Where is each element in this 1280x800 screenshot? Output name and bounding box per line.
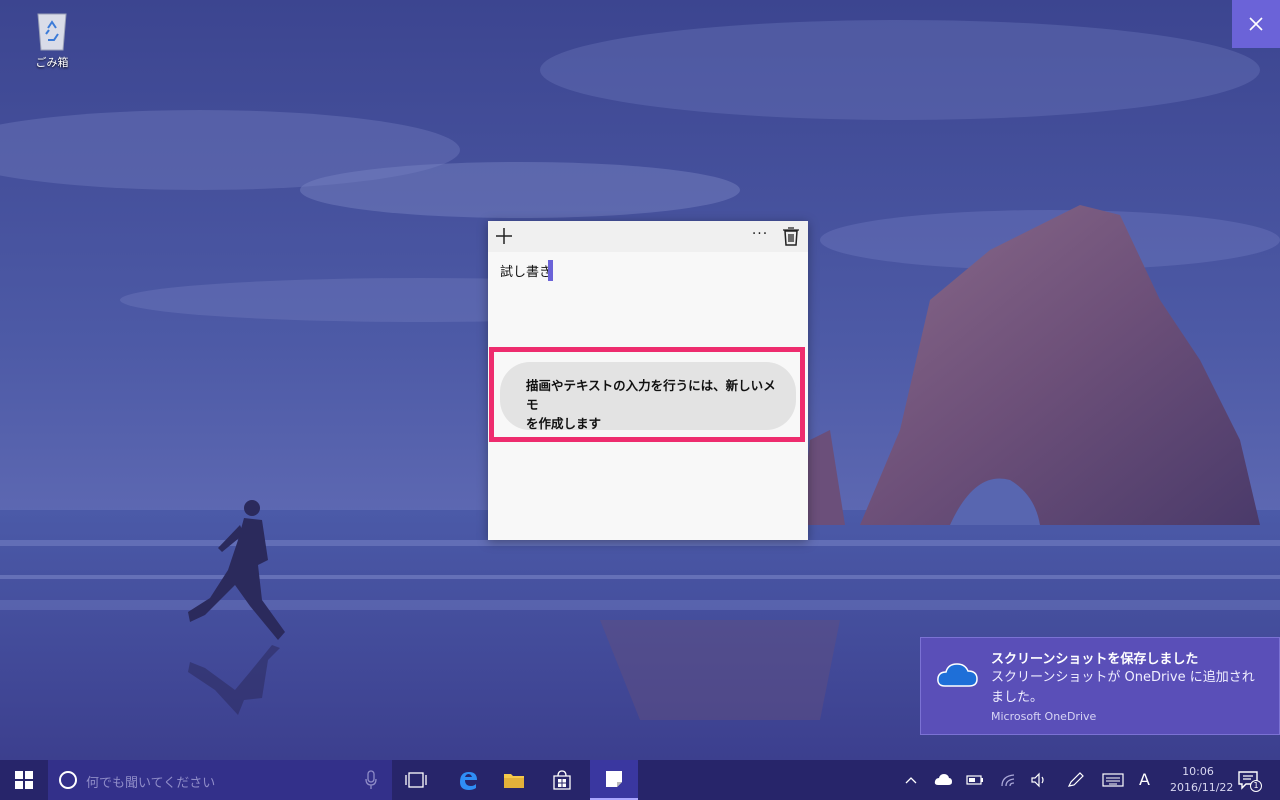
close-icon bbox=[1249, 17, 1263, 31]
cortana-icon bbox=[59, 771, 77, 789]
onedrive-toast[interactable]: スクリーンショットを保存しました スクリーンショットが OneDrive に追加… bbox=[920, 637, 1280, 735]
search-placeholder: 何でも聞いてください bbox=[86, 776, 216, 791]
recycle-bin-shortcut[interactable]: ごみ箱 bbox=[22, 8, 82, 70]
start-button[interactable] bbox=[0, 760, 48, 800]
file-explorer-icon bbox=[504, 774, 524, 788]
ime-indicator[interactable]: A bbox=[1139, 770, 1150, 789]
volume-icon[interactable] bbox=[1030, 772, 1048, 788]
clock-time: 10:06 bbox=[1182, 765, 1214, 778]
recycle-bin-label: ごみ箱 bbox=[35, 56, 69, 69]
sticky-notes-icon bbox=[606, 771, 622, 787]
more-options-button[interactable]: ··· bbox=[750, 225, 770, 245]
sticky-note[interactable]: ··· 試し書き 描画やテキストの入力を行うには、新しいメモ を作成します bbox=[488, 221, 808, 540]
notification-count-badge: 1 bbox=[1250, 780, 1262, 792]
plus-icon bbox=[496, 228, 512, 244]
toast-title: スクリーンショットを保存しました bbox=[991, 652, 1199, 667]
store-button[interactable] bbox=[540, 760, 584, 800]
wifi-icon[interactable] bbox=[1000, 772, 1018, 788]
note-toolbar: ··· bbox=[488, 221, 808, 252]
search-box[interactable]: 何でも聞いてください bbox=[48, 760, 392, 800]
task-view-icon bbox=[405, 772, 427, 788]
onedrive-cloud-icon bbox=[935, 658, 979, 690]
windows-start-icon bbox=[15, 771, 33, 789]
battery-icon[interactable] bbox=[966, 772, 984, 788]
store-icon bbox=[553, 770, 571, 790]
close-button[interactable] bbox=[1232, 0, 1280, 48]
delete-note-button[interactable] bbox=[782, 226, 800, 246]
recycle-bin-icon bbox=[32, 8, 72, 52]
toast-body: スクリーンショットが OneDrive に追加されました。 bbox=[991, 670, 1255, 705]
add-note-button[interactable] bbox=[494, 226, 514, 246]
hint-line-1: 描画やテキストの入力を行うには、新しいメモ bbox=[526, 378, 776, 412]
edge-button[interactable] bbox=[446, 760, 490, 800]
clock-date: 2016/11/22 bbox=[1170, 781, 1234, 794]
onedrive-tray-icon[interactable] bbox=[934, 772, 952, 788]
microphone-icon[interactable] bbox=[364, 770, 378, 790]
text-caret bbox=[548, 260, 553, 281]
file-explorer-button[interactable] bbox=[492, 760, 536, 800]
task-view-button[interactable] bbox=[394, 760, 438, 800]
pen-icon[interactable] bbox=[1066, 772, 1084, 788]
hint-tooltip: 描画やテキストの入力を行うには、新しいメモ を作成します bbox=[500, 362, 796, 431]
toast-source: Microsoft OneDrive bbox=[991, 710, 1097, 723]
keyboard-icon[interactable] bbox=[1102, 772, 1124, 788]
taskbar: 何でも聞いてください A 10:06 2016/11/22 1 bbox=[0, 760, 1280, 800]
hint-line-2: を作成します bbox=[526, 416, 602, 431]
note-text-content[interactable]: 試し書き bbox=[500, 261, 552, 280]
chevron-up-icon[interactable] bbox=[902, 772, 920, 788]
edge-icon bbox=[460, 772, 477, 790]
sticky-notes-button[interactable] bbox=[590, 760, 638, 800]
trash-icon bbox=[783, 227, 799, 246]
clock[interactable]: 10:06 2016/11/22 bbox=[1170, 764, 1234, 796]
